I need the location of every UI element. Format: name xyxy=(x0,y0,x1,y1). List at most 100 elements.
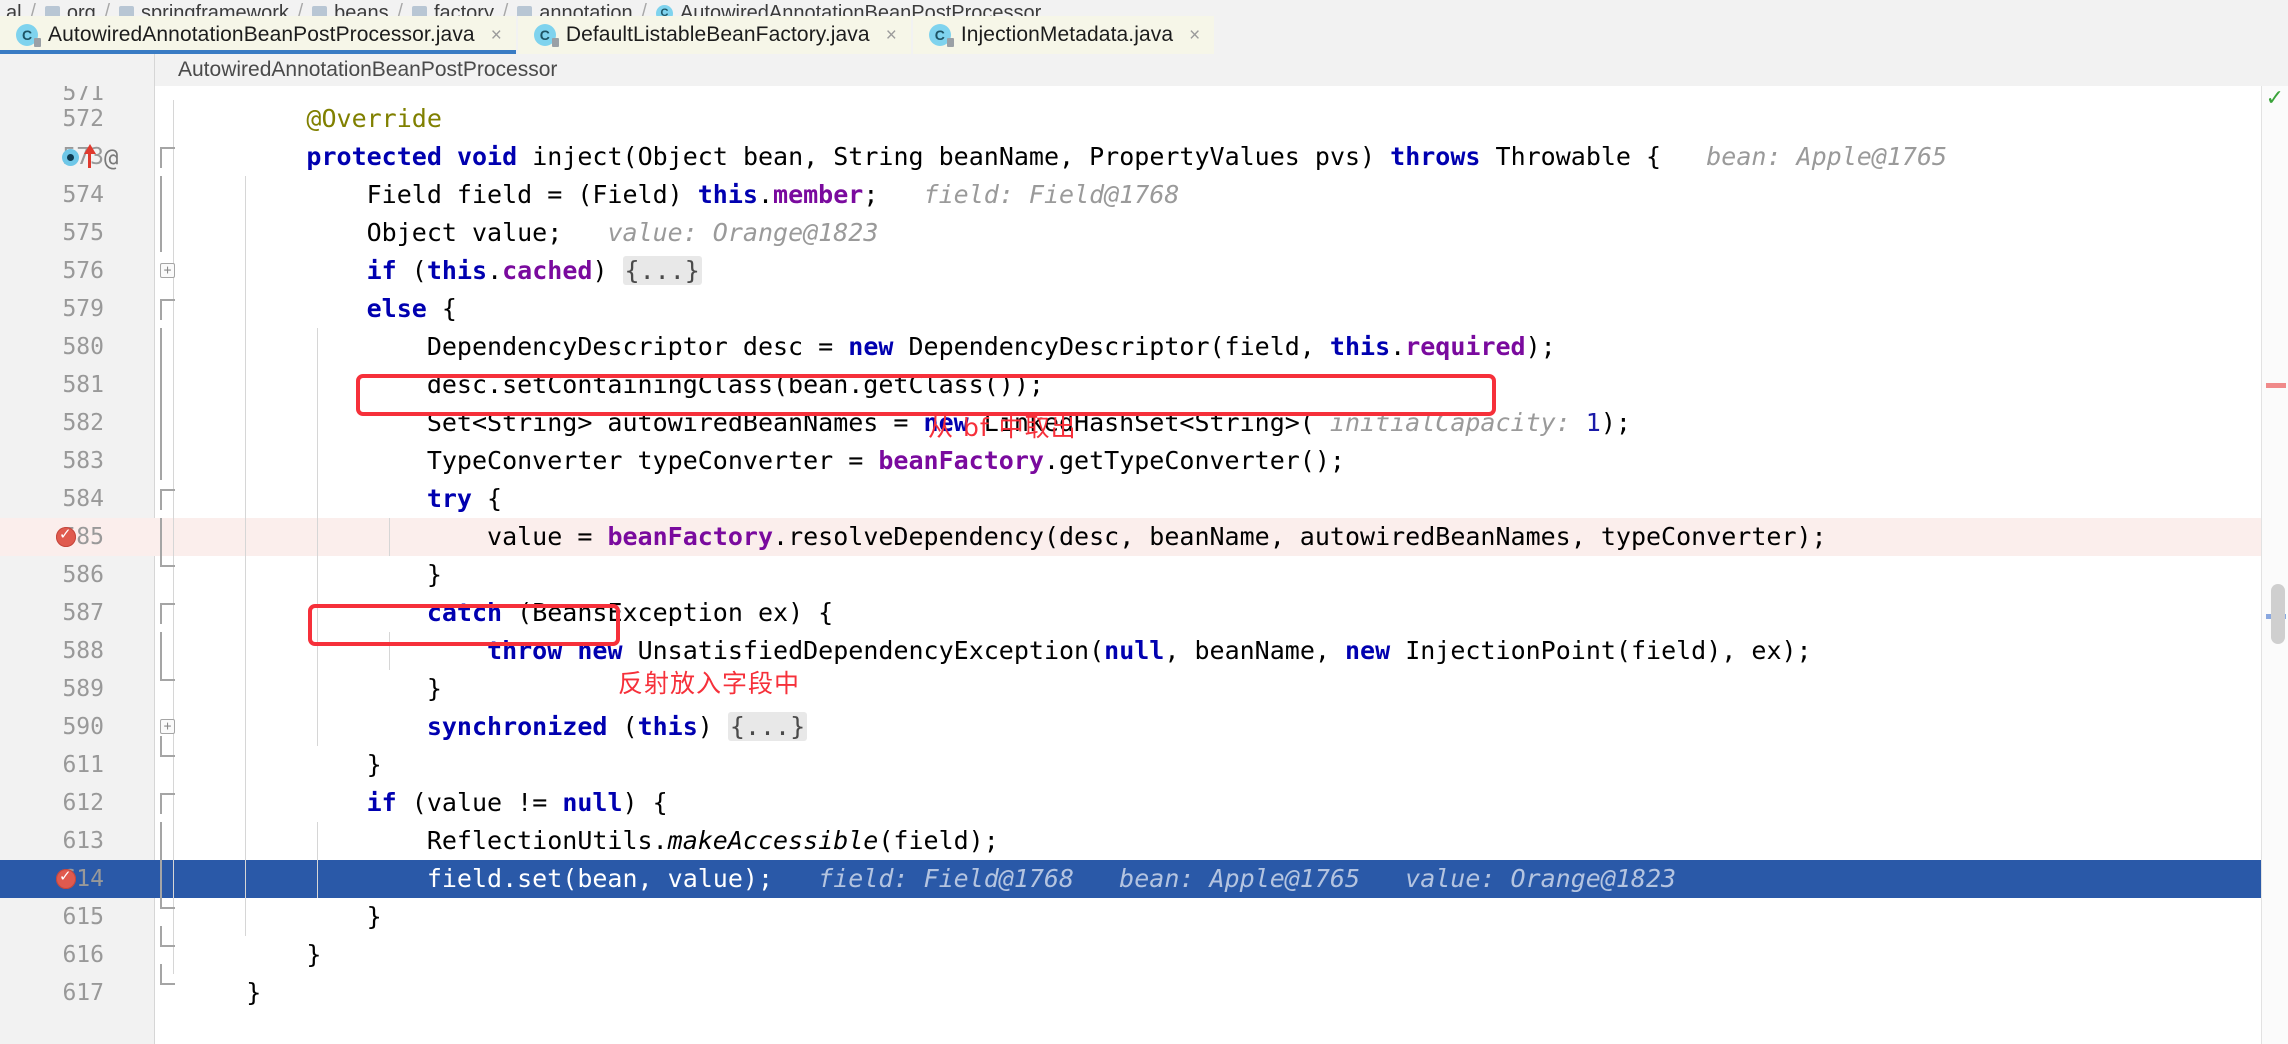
code-token: Field field = (Field) xyxy=(186,180,698,209)
inspection-status-icon[interactable]: ✓ xyxy=(2266,86,2284,111)
code-token: ; xyxy=(863,180,879,209)
code-line[interactable]: 579 else { xyxy=(0,290,2288,328)
breakpoint-icon[interactable] xyxy=(56,867,76,889)
editor-tab-bar: C AutowiredAnnotationBeanPostProcessor.j… xyxy=(0,16,2288,54)
fold-marker[interactable] xyxy=(160,176,162,214)
fold-marker[interactable] xyxy=(160,964,175,985)
fold-marker[interactable] xyxy=(160,603,175,624)
line-number: 615 xyxy=(62,904,104,930)
code-line[interactable]: 571 xyxy=(0,86,2288,100)
fold-marker[interactable] xyxy=(160,888,175,909)
code-token: try xyxy=(426,484,472,513)
code-line[interactable]: 612 if (value != null) { xyxy=(0,784,2288,822)
indent-guide xyxy=(173,404,174,442)
code-line[interactable]: 581 desc.setContainingClass(bean.getClas… xyxy=(0,366,2288,404)
code-line[interactable]: 588 throw new UnsatisfiedDependencyExcep… xyxy=(0,632,2288,670)
breadcrumb-item-1[interactable]: org xyxy=(44,3,96,16)
code-text: field.set(bean, value); field: Field@176… xyxy=(186,860,1676,898)
breadcrumb-item-3[interactable]: beans xyxy=(312,3,389,16)
line-number: 576 xyxy=(62,258,104,284)
fold-marker[interactable] xyxy=(160,299,175,320)
code-line[interactable]: 573 @ protected void inject(Object bean, … xyxy=(0,138,2288,176)
fold-marker[interactable] xyxy=(160,546,175,567)
code-token: required xyxy=(1405,332,1526,361)
tab-autowired-annotation-bean-post-processor[interactable]: C AutowiredAnnotationBeanPostProcessor.j… xyxy=(0,16,516,54)
fold-marker[interactable] xyxy=(160,404,162,442)
code-token: ReflectionUtils. xyxy=(186,826,668,855)
code-token: } xyxy=(186,560,442,589)
close-icon[interactable]: × xyxy=(886,26,897,45)
code-line[interactable]: 616 } xyxy=(0,926,2288,974)
fold-marker[interactable] xyxy=(160,489,175,510)
code-line[interactable]: 613 ReflectionUtils.makeAccessible(field… xyxy=(0,822,2288,860)
fold-marker[interactable]: + xyxy=(160,719,175,734)
code-line[interactable]: 572 @Override xyxy=(0,100,2288,138)
vertical-scrollbar-thumb[interactable] xyxy=(2271,584,2285,644)
code-line[interactable]: 585 value = beanFactory.resolveDependenc… xyxy=(0,518,2288,556)
fold-marker[interactable] xyxy=(160,660,175,681)
code-line[interactable]: 576 + if (this.cached) {...} xyxy=(0,252,2288,290)
code-line[interactable]: 575 Object value; value: Orange@1823 xyxy=(0,214,2288,252)
fold-marker[interactable] xyxy=(160,147,175,168)
code-editor[interactable]: 571 572 @Override 573 @ protected void inje… xyxy=(0,86,2288,1044)
code-text: Set<String> autowiredBeanNames = new Lin… xyxy=(186,404,1631,442)
close-icon[interactable]: × xyxy=(1189,26,1200,45)
code-token: { xyxy=(426,294,457,323)
code-line[interactable]: 590 + synchronized (this) {...} xyxy=(0,708,2288,746)
code-line[interactable]: 580 DependencyDescriptor desc = new Depe… xyxy=(0,328,2288,366)
annotation-at-icon[interactable]: @ xyxy=(104,144,118,172)
line-number: 612 xyxy=(62,790,104,816)
fold-marker[interactable] xyxy=(160,736,175,757)
fold-marker[interactable]: + xyxy=(160,263,175,278)
code-line[interactable]: 614 field.set(bean, value); field: Field… xyxy=(0,860,2288,898)
code-line[interactable]: 583 TypeConverter typeConverter = beanFa… xyxy=(0,442,2288,480)
fold-marker[interactable] xyxy=(160,822,162,860)
breadcrumb: al / org / springframework / beans / fac… xyxy=(0,0,2288,16)
code-token: (BeansException ex) { xyxy=(502,598,834,627)
code-line[interactable]: 587 catch (BeansException ex) { xyxy=(0,594,2288,632)
breadcrumb-item-2[interactable]: springframework xyxy=(119,3,289,16)
code-token: field.set(bean, value); xyxy=(186,864,773,893)
code-line[interactable]: 574 Field field = (Field) this.member; f… xyxy=(0,176,2288,214)
code-token: throws xyxy=(1390,142,1481,171)
code-token: . xyxy=(757,180,774,209)
code-token: beanFactory xyxy=(607,522,774,551)
line-number: 584 xyxy=(62,486,104,512)
scroll-marker-breakpoint[interactable] xyxy=(2266,383,2286,388)
code-token: null xyxy=(562,788,623,817)
fold-marker[interactable] xyxy=(160,366,162,404)
tab-default-listable-bean-factory[interactable]: C DefaultListableBeanFactory.java × xyxy=(517,16,911,54)
code-line[interactable]: 586 } xyxy=(0,546,2288,594)
code-line[interactable]: 582 Set<String> autowiredBeanNames = new… xyxy=(0,404,2288,442)
tab-injection-metadata[interactable]: C InjectionMetadata.java × xyxy=(912,16,1215,54)
code-line[interactable]: 589 } xyxy=(0,660,2288,708)
code-token: , beanName, xyxy=(1164,636,1345,665)
breadcrumb-item-5[interactable]: annotation xyxy=(517,3,633,16)
editor-scrollbar-column[interactable]: ✓ xyxy=(2261,86,2288,1044)
code-line[interactable]: 615 } xyxy=(0,888,2288,936)
breadcrumb-label: AutowiredAnnotationBeanPostProcessor xyxy=(679,2,1042,16)
breakpoint-icon[interactable] xyxy=(56,525,76,547)
code-token: {...} xyxy=(622,256,702,285)
code-line[interactable]: 584 try { xyxy=(0,480,2288,518)
code-token: @Override xyxy=(306,104,442,133)
run-to-cursor-icon[interactable] xyxy=(62,149,79,166)
fold-marker[interactable] xyxy=(160,214,162,252)
breadcrumb-item-6[interactable]: C AutowiredAnnotationBeanPostProcessor xyxy=(655,2,1042,16)
close-icon[interactable]: × xyxy=(491,26,502,45)
breadcrumb-item-4[interactable]: factory xyxy=(411,3,494,16)
breadcrumb-item-0[interactable]: al xyxy=(6,3,22,16)
fold-marker[interactable] xyxy=(160,442,162,480)
code-token: bean: Apple@1765 xyxy=(1661,142,1948,171)
code-line[interactable]: 617 } xyxy=(0,964,2288,1012)
fold-marker[interactable] xyxy=(160,793,175,814)
line-number: 586 xyxy=(62,562,104,588)
code-line[interactable]: 611 } xyxy=(0,736,2288,784)
fold-marker[interactable] xyxy=(160,926,175,947)
fold-marker[interactable] xyxy=(160,328,162,366)
